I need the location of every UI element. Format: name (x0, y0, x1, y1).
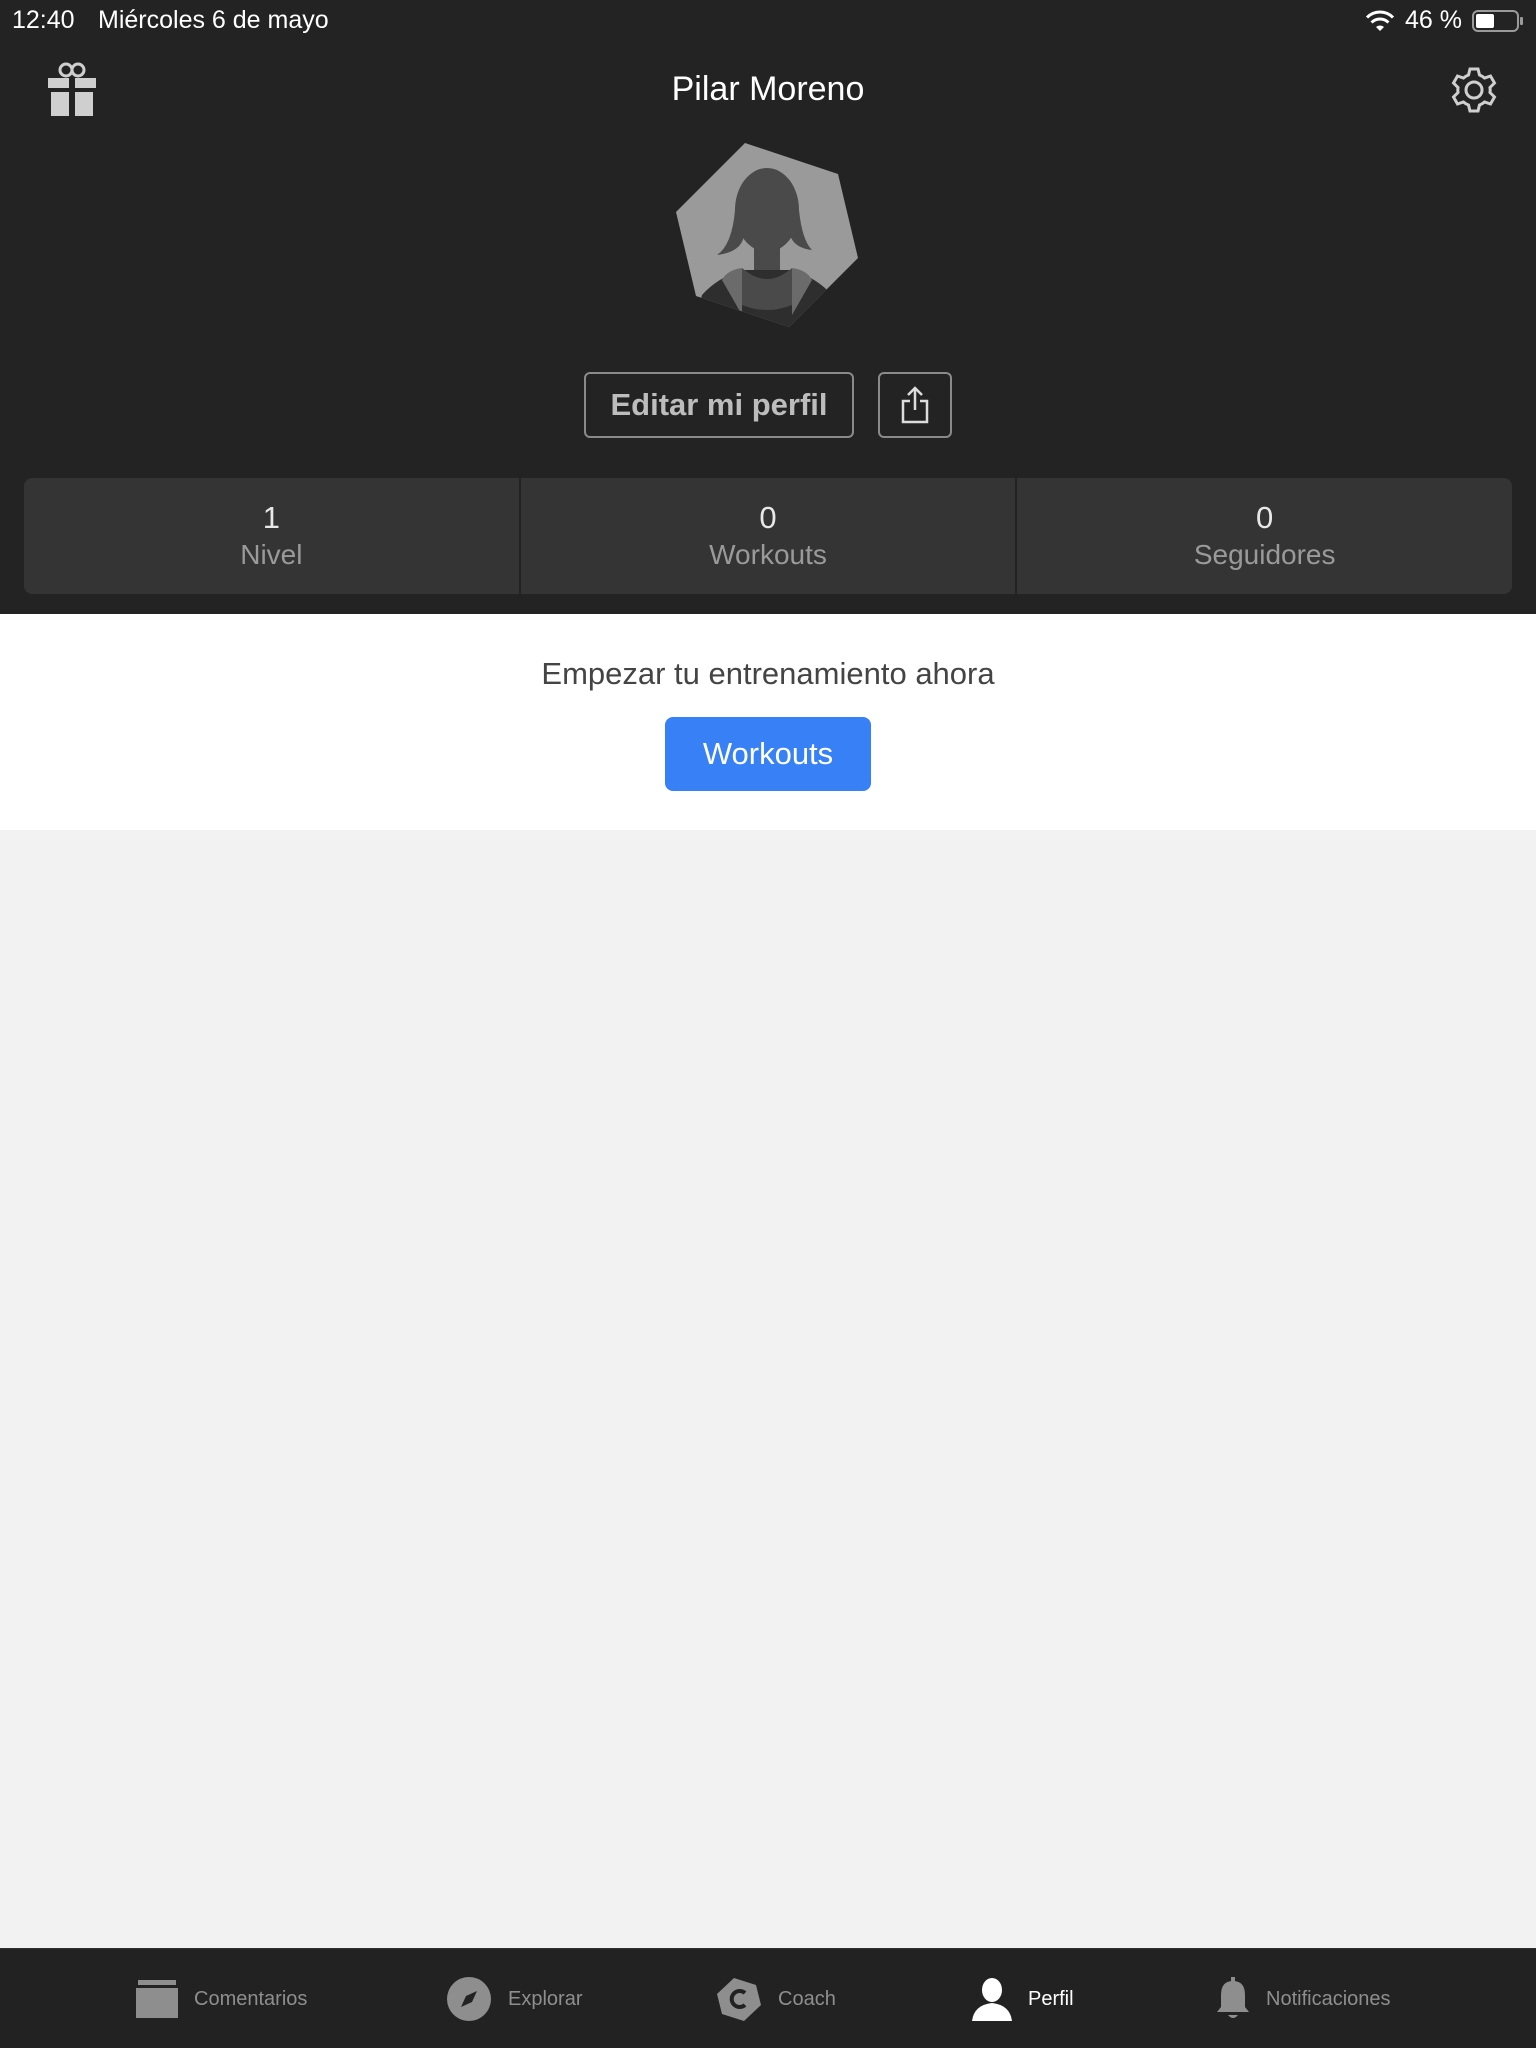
stat-label: Nivel (240, 539, 303, 570)
avatar[interactable] (672, 140, 862, 330)
tab-comentarios[interactable]: Comentarios (136, 1949, 307, 2048)
tab-label: Perfil (1028, 1987, 1074, 2010)
tab-coach[interactable]: Coach (716, 1949, 836, 2048)
status-bar: 12:40 Miércoles 6 de mayo 46 % (0, 0, 1536, 40)
tab-label: Comentarios (194, 1987, 308, 2010)
stat-value: 0 (759, 500, 777, 535)
profile-header: 12:40 Miércoles 6 de mayo 46 % Pilar Mor… (0, 0, 1536, 614)
tab-label: Notificaciones (1266, 1987, 1391, 2010)
stat-workouts[interactable]: 0 Workouts (520, 478, 1016, 594)
edit-profile-button[interactable]: Editar mi perfil (584, 372, 854, 438)
tab-bar: Comentarios Explorar Coach Perfil Notifi… (0, 1948, 1536, 2048)
start-training-section: Empezar tu entrenamiento ahora Workouts (0, 614, 1536, 830)
status-right: 46 % (1365, 6, 1524, 35)
tab-label: Explorar (508, 1987, 583, 2010)
profile-icon (972, 1978, 1012, 2021)
gear-icon[interactable] (1450, 66, 1498, 114)
bell-icon (1217, 1977, 1249, 2018)
tab-label: Coach (778, 1987, 836, 2010)
stat-label: Seguidores (1193, 539, 1336, 570)
stat-value: 1 (262, 500, 280, 535)
wifi-icon (1365, 10, 1395, 31)
battery-icon (1472, 9, 1523, 32)
feed-icon (136, 1980, 178, 2018)
share-icon (901, 386, 929, 424)
stat-label: Workouts (709, 539, 827, 570)
status-date: Miércoles 6 de mayo (98, 6, 329, 34)
coach-icon (717, 1978, 761, 2021)
stat-value: 0 (1256, 500, 1274, 535)
tab-notificaciones[interactable]: Notificaciones (1216, 1949, 1391, 2048)
workouts-button[interactable]: Workouts (665, 717, 871, 791)
start-training-text: Empezar tu entrenamiento ahora (541, 656, 995, 691)
compass-icon (447, 1977, 491, 2021)
tab-explorar[interactable]: Explorar (446, 1949, 582, 2048)
stat-level[interactable]: 1 Nivel (24, 478, 519, 594)
status-time: 12:40 (12, 6, 75, 34)
share-button[interactable] (878, 372, 952, 438)
tab-perfil[interactable]: Perfil (972, 1949, 1074, 2048)
battery-percent: 46 % (1405, 6, 1462, 34)
page-title: Pilar Moreno (671, 70, 865, 108)
stat-followers[interactable]: 0 Seguidores (1017, 478, 1512, 594)
stats-panel: 1 Nivel 0 Workouts 0 Seguidores (24, 478, 1512, 594)
